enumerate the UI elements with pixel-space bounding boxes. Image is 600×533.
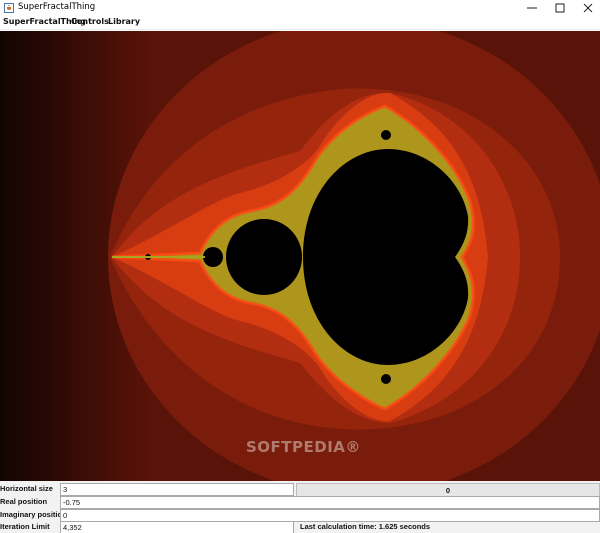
title-bar[interactable]: SuperFractalThing bbox=[0, 0, 600, 16]
minimize-button[interactable] bbox=[518, 0, 546, 16]
calculation-time-status: Last calculation time: 1.625 seconds bbox=[300, 522, 431, 531]
mandelbrot-bulb-top-tiny bbox=[381, 130, 391, 140]
mandelbrot-bulb-bottom-tiny bbox=[381, 374, 391, 384]
window-title: SuperFractalThing bbox=[18, 2, 96, 12]
fractal-image bbox=[0, 31, 600, 481]
horizontal-size-row: Horizontal size 3 0 bbox=[0, 483, 600, 498]
mandelbrot-bulb-top bbox=[378, 161, 406, 189]
real-position-label: Real position bbox=[0, 497, 48, 506]
menu-controls[interactable]: Controls bbox=[71, 17, 109, 26]
menu-library[interactable]: Library bbox=[108, 17, 140, 26]
mandelbrot-bulb-bottom bbox=[378, 325, 406, 353]
maximize-button[interactable] bbox=[546, 0, 574, 16]
maximize-icon bbox=[555, 3, 565, 13]
softpedia-watermark: SOFTPEDIA® bbox=[246, 438, 361, 456]
mandelbrot-bulb-left bbox=[226, 219, 302, 295]
close-button[interactable] bbox=[574, 0, 600, 16]
close-icon bbox=[583, 3, 593, 13]
mandelbrot-bulb-small bbox=[203, 247, 223, 267]
imaginary-position-label: Imaginary position bbox=[0, 510, 67, 519]
real-position-row: Real position -0.75 bbox=[0, 496, 600, 509]
fractal-canvas[interactable] bbox=[0, 31, 600, 481]
iteration-limit-label: Iteration Limit bbox=[0, 522, 50, 531]
controls-panel: Horizontal size 3 0 Real position -0.75 … bbox=[0, 481, 600, 533]
iteration-limit-input[interactable]: 4,352 bbox=[60, 521, 294, 533]
horizontal-size-input[interactable]: 3 bbox=[60, 483, 294, 496]
minimize-icon bbox=[527, 7, 537, 9]
real-position-input[interactable]: -0.75 bbox=[60, 496, 600, 509]
horizontal-size-label: Horizontal size bbox=[0, 484, 53, 493]
java-coffee-icon bbox=[4, 3, 14, 13]
app-window: SuperFractalThing SuperFractalThing Cont… bbox=[0, 0, 600, 533]
menu-bar: SuperFractalThing Controls Library bbox=[0, 16, 600, 30]
iteration-limit-row: Iteration Limit 4,352 Last calculation t… bbox=[0, 521, 600, 533]
